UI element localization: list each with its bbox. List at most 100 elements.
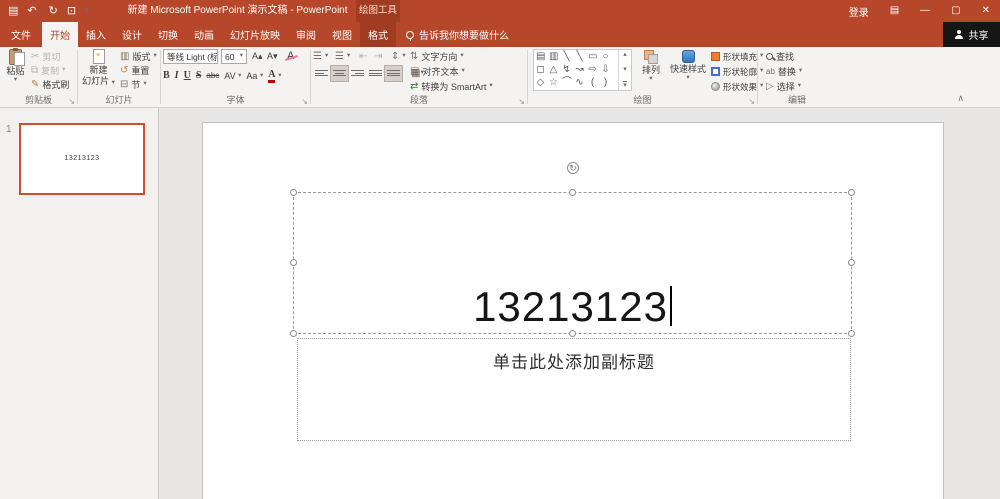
change-case-button[interactable]: Aa ▾ — [246, 71, 263, 81]
collapse-ribbon-icon[interactable]: ∧ — [957, 93, 964, 104]
maximize-icon[interactable]: ▢ — [951, 6, 960, 16]
customize-qat-icon[interactable]: ▾ — [85, 8, 88, 14]
shape-item[interactable]: ○ — [601, 51, 610, 62]
tab-file[interactable]: 文件 — [0, 22, 42, 47]
tab-format-contextual[interactable]: 格式 — [360, 22, 396, 47]
align-right-button[interactable] — [349, 66, 366, 81]
tab-slideshow[interactable]: 幻灯片放映 — [222, 22, 288, 47]
minimize-icon[interactable]: — — [920, 6, 930, 16]
line-spacing-button[interactable]: ⇕ ▾ — [391, 50, 406, 63]
subtitle-placeholder[interactable]: 单击此处添加副标题 — [297, 338, 851, 441]
quick-styles-button[interactable]: 快速样式 ▾ — [668, 50, 708, 82]
distribute-text-button[interactable] — [384, 65, 403, 82]
tab-insert[interactable]: 插入 — [78, 22, 114, 47]
convert-smartart-button[interactable]: ⇄ 转换为 SmartArt ▾ — [410, 80, 493, 93]
title-placeholder[interactable]: 13213123 — [290, 189, 855, 337]
shape-item[interactable]: ⌒ — [562, 77, 572, 88]
format-painter-button[interactable]: ✎ 格式刷 — [31, 78, 69, 91]
resize-handle[interactable] — [290, 189, 297, 196]
select-button[interactable]: ▷ 选择 ▾ — [766, 80, 801, 93]
tab-home[interactable]: 开始 — [42, 22, 78, 47]
shrink-font-button[interactable]: A▾ — [267, 50, 278, 63]
align-text-button[interactable]: ▤ 对齐文本 ▾ — [410, 65, 465, 78]
bold-button[interactable]: B — [163, 71, 170, 81]
scroll-down-icon[interactable]: ▾ — [623, 66, 627, 73]
replace-button[interactable]: ab 替换 ▾ — [766, 65, 802, 78]
shape-item[interactable]: ◇ — [536, 77, 545, 88]
undo-icon[interactable]: ↶▾ — [27, 5, 40, 17]
tab-transitions[interactable]: 切换 — [150, 22, 186, 47]
shape-item[interactable]: ╲ — [575, 51, 584, 62]
paste-button[interactable]: 粘贴 ▾ — [2, 48, 29, 84]
paste-dropdown-icon[interactable]: ▾ — [14, 77, 17, 84]
resize-handle[interactable] — [848, 189, 855, 196]
font-color-button[interactable]: A ▾ — [268, 69, 281, 83]
arrange-button[interactable]: 排列 ▾ — [636, 50, 666, 83]
find-button[interactable]: 查找 — [766, 50, 794, 63]
shape-item[interactable]: ↝ — [575, 64, 584, 75]
sign-in-button[interactable]: 登录 — [849, 4, 869, 19]
drawing-dialog-launcher-icon[interactable]: ↘ — [748, 98, 755, 106]
text-direction-button[interactable]: ⇅ 文字方向 ▾ — [410, 50, 464, 63]
shape-item[interactable]: ◻ — [536, 64, 545, 75]
strikethrough-abc-button[interactable]: abc — [206, 72, 219, 80]
resize-handle[interactable] — [568, 330, 576, 337]
shape-item[interactable]: ▭ — [588, 51, 597, 62]
redo-icon[interactable]: ↻ — [49, 5, 58, 17]
shape-item[interactable]: ╲ — [562, 51, 571, 62]
more-shapes-icon[interactable]: ▾ — [623, 81, 627, 89]
shape-item[interactable]: ☆ — [549, 77, 558, 88]
slide-thumbnail[interactable]: 13213123 — [19, 123, 145, 195]
clipboard-dialog-launcher-icon[interactable]: ↘ — [68, 98, 75, 106]
align-left-button[interactable] — [313, 66, 330, 81]
shape-item[interactable]: △ — [549, 64, 558, 75]
font-name-combo[interactable]: 等线 Light (标 ▾ — [163, 49, 218, 64]
character-spacing-button[interactable]: AV ▾ — [224, 71, 241, 81]
resize-handle[interactable] — [568, 189, 576, 196]
cut-button[interactable]: ✂ 剪切 — [31, 50, 60, 63]
copy-button[interactable]: ⧉ 复制 ▾ — [31, 64, 65, 77]
slide-canvas[interactable]: ↻ 13213123 单击此处添加副标题 — [202, 122, 944, 499]
shape-effects-button[interactable]: 形状效果 ▾ — [711, 80, 763, 93]
save-icon[interactable]: ▤ — [8, 5, 18, 17]
shape-item[interactable]: ∿ — [575, 77, 584, 88]
shape-item[interactable]: ▤ — [536, 51, 545, 62]
decrease-indent-button[interactable]: ⇤ — [359, 50, 367, 63]
new-slide-button[interactable]: 新建 幻灯片 ▾ — [80, 49, 117, 87]
close-icon[interactable]: ✕ — [982, 6, 990, 16]
resize-handle[interactable] — [290, 330, 297, 337]
shape-item[interactable]: ↯ — [562, 64, 571, 75]
paragraph-dialog-launcher-icon[interactable]: ↘ — [518, 98, 525, 106]
scroll-up-icon[interactable]: ▴ — [623, 51, 627, 58]
reset-button[interactable]: ↺ 重置 — [120, 64, 149, 77]
ribbon-display-options-icon[interactable]: ▤ — [890, 6, 899, 16]
numbering-button[interactable]: ☰ ▾ — [335, 50, 350, 63]
start-slideshow-icon[interactable]: ⊡ — [67, 5, 76, 17]
resize-handle[interactable] — [848, 259, 855, 266]
resize-handle[interactable] — [290, 259, 297, 266]
tell-me-box[interactable]: 告诉我你想要做什么 — [396, 22, 519, 47]
section-button[interactable]: ⊟ 节 ▾ — [120, 78, 147, 91]
font-size-combo[interactable]: 60 ▾ — [221, 49, 247, 64]
shape-item[interactable]: ( — [588, 77, 597, 88]
shape-item[interactable]: ⇨ — [588, 64, 597, 75]
tab-animations[interactable]: 动画 — [186, 22, 222, 47]
resize-handle[interactable] — [848, 330, 855, 337]
layout-button[interactable]: ▥ 版式 ▾ — [120, 50, 157, 63]
tab-design[interactable]: 设计 — [114, 22, 150, 47]
justify-button[interactable] — [367, 66, 384, 81]
italic-button[interactable]: I — [175, 71, 179, 81]
tab-review[interactable]: 审阅 — [288, 22, 324, 47]
strikethrough-button[interactable]: S — [196, 71, 202, 81]
shape-item[interactable]: ⇩ — [601, 64, 610, 75]
undo-dropdown-icon[interactable]: ▾ — [37, 10, 40, 16]
shape-fill-button[interactable]: 形状填充 ▾ — [711, 50, 763, 63]
align-center-button[interactable] — [330, 65, 349, 82]
rotate-handle-icon[interactable]: ↻ — [567, 162, 579, 174]
shape-item[interactable]: ) — [601, 77, 610, 88]
tab-view[interactable]: 视图 — [324, 22, 360, 47]
shape-outline-button[interactable]: 形状轮廓 ▾ — [711, 65, 763, 78]
shape-item[interactable]: ▥ — [549, 51, 558, 62]
clear-formatting-button[interactable]: A — [287, 49, 294, 62]
grow-font-button[interactable]: A▴ — [252, 50, 263, 63]
